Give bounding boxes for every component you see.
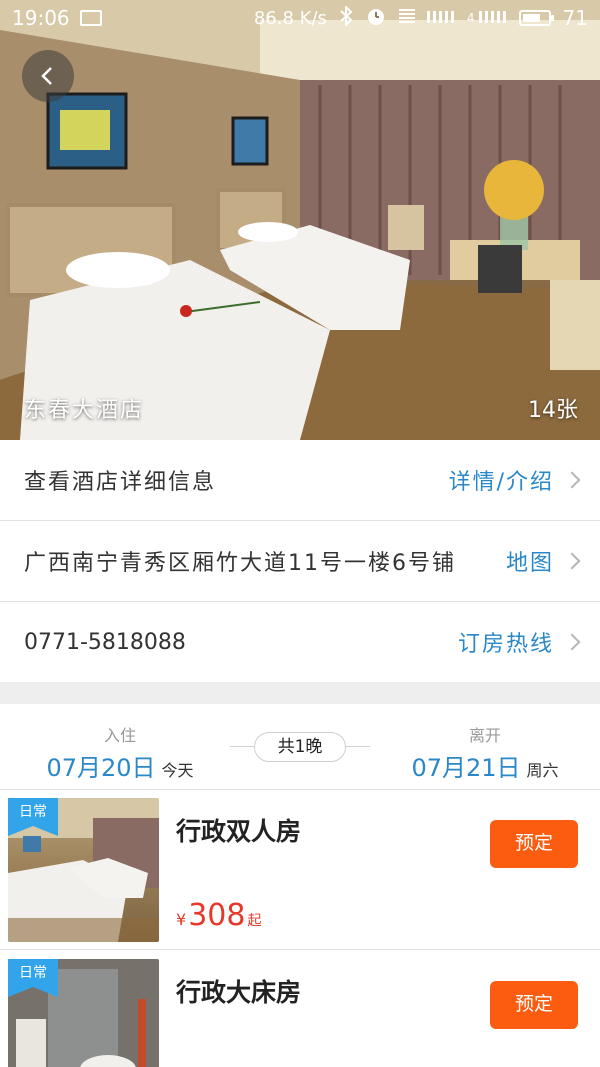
- back-arrow-icon: [41, 67, 52, 85]
- room-name: 行政双人房: [176, 817, 302, 846]
- nights-badge: 共1晚: [254, 732, 346, 762]
- room-tag: 日常: [8, 798, 58, 836]
- battery-percent: 71: [562, 6, 588, 30]
- hotel-address: 广西南宁青秀区厢竹大道11号一楼6号铺: [24, 551, 456, 576]
- message-icon: [79, 10, 102, 26]
- network-type: 4: [466, 10, 475, 25]
- status-bar: 19:06 86.8 K/s 4 71: [0, 0, 600, 36]
- price-suffix: 起: [247, 913, 262, 929]
- hotel-phone: 0771-5818088: [24, 629, 186, 655]
- checkout-weekday: 周六: [526, 761, 559, 780]
- chevron-right-icon: [563, 552, 581, 570]
- checkin-date: 07月20日: [46, 754, 156, 782]
- room-item[interactable]: 日常 行政双人房 ¥ 308 起 预定: [0, 790, 600, 950]
- hotel-details-row[interactable]: 查看酒店详细信息 详情/介绍: [0, 440, 600, 521]
- chevron-right-icon: [563, 633, 581, 651]
- details-link-label: 详情/介绍: [448, 470, 554, 495]
- price-currency: ¥: [176, 910, 187, 929]
- hotel-photo-gallery[interactable]: 19:06 86.8 K/s 4 71 东春大酒店 14张: [0, 0, 600, 440]
- list-icon: [398, 6, 415, 30]
- hotel-name: 东春大酒店: [24, 398, 145, 423]
- status-time: 19:06: [12, 6, 70, 30]
- room-price: ¥ 308 起: [176, 898, 261, 933]
- checkout-date-picker[interactable]: 离开 07月21日 周六: [405, 704, 565, 783]
- signal-icon: [426, 6, 455, 30]
- signal-icon-2: [478, 6, 507, 30]
- room-tag: 日常: [8, 959, 58, 997]
- hotel-room-photo: [0, 0, 600, 440]
- address-row[interactable]: 广西南宁青秀区厢竹大道11号一楼6号铺 地图: [0, 521, 600, 602]
- checkin-date-picker[interactable]: 入住 07月20日 今天: [40, 704, 200, 783]
- checkin-label: 入住: [103, 726, 136, 745]
- back-button[interactable]: [22, 50, 74, 102]
- book-button[interactable]: 预定: [490, 981, 578, 1029]
- details-link[interactable]: 详情/介绍: [448, 464, 581, 496]
- chevron-right-icon: [563, 471, 581, 489]
- phone-row[interactable]: 0771-5818088 订房热线: [0, 602, 600, 683]
- room-item[interactable]: 日常 行政大床房 预定: [0, 951, 600, 1067]
- price-value: 308: [188, 898, 246, 933]
- stay-dates: 入住 07月20日 今天 共1晚 离开 07月21日 周六: [0, 704, 600, 790]
- hotel-details-label: 查看酒店详细信息: [24, 470, 217, 495]
- photo-count: 14张: [528, 398, 578, 423]
- map-link-label: 地图: [505, 551, 554, 576]
- checkout-date: 07月21日: [411, 754, 521, 782]
- checkin-weekday: 今天: [161, 761, 194, 780]
- alarm-icon: [365, 5, 387, 32]
- room-name: 行政大床房: [176, 978, 302, 1007]
- battery-icon: [518, 10, 554, 26]
- checkout-label: 离开: [468, 726, 501, 745]
- hotline-link-label: 订房热线: [457, 632, 554, 657]
- book-button[interactable]: 预定: [490, 820, 578, 868]
- section-divider: [0, 682, 600, 704]
- hotline-link[interactable]: 订房热线: [457, 626, 581, 658]
- network-speed: 86.8 K/s: [253, 7, 327, 29]
- map-link[interactable]: 地图: [505, 545, 581, 577]
- bluetooth-icon: [339, 4, 353, 31]
